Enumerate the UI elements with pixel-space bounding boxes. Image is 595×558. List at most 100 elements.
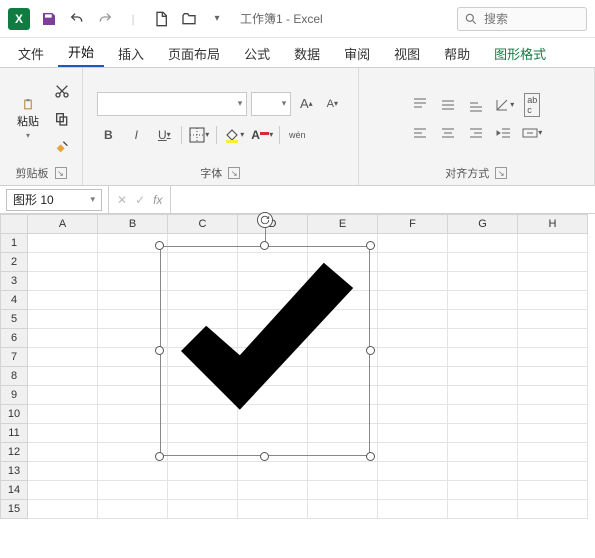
cell-G13[interactable] [448,462,518,481]
tab-page-layout[interactable]: 页面布局 [158,38,230,67]
cell-H13[interactable] [518,462,588,481]
row-header-3[interactable]: 3 [0,272,28,291]
cell-F10[interactable] [378,405,448,424]
row-header-1[interactable]: 1 [0,234,28,253]
column-header-G[interactable]: G [448,214,518,234]
cell-A9[interactable] [28,386,98,405]
confirm-formula-button[interactable]: ✓ [135,193,145,207]
cell-G14[interactable] [448,481,518,500]
cell-F12[interactable] [378,443,448,462]
cell-H2[interactable] [518,253,588,272]
column-header-C[interactable]: C [168,214,238,234]
tab-shape-format[interactable]: 图形格式 [484,38,556,67]
row-header-12[interactable]: 12 [0,443,28,462]
row-header-7[interactable]: 7 [0,348,28,367]
format-painter-button[interactable] [52,137,72,157]
cell-A13[interactable] [28,462,98,481]
cell-G6[interactable] [448,329,518,348]
open-file-button[interactable] [180,10,198,28]
select-all-corner[interactable] [0,214,28,234]
cell-A10[interactable] [28,405,98,424]
cell-G8[interactable] [448,367,518,386]
cell-F3[interactable] [378,272,448,291]
row-header-10[interactable]: 10 [0,405,28,424]
tab-formulas[interactable]: 公式 [234,38,280,67]
align-center-button[interactable] [437,122,459,144]
cell-F2[interactable] [378,253,448,272]
column-header-H[interactable]: H [518,214,588,234]
formula-input[interactable] [171,189,595,211]
tab-help[interactable]: 帮助 [434,38,480,67]
align-dialog-launcher[interactable]: ↘ [495,167,507,179]
italic-button[interactable]: I [125,124,147,146]
cell-F15[interactable] [378,500,448,519]
cell-H3[interactable] [518,272,588,291]
cell-G1[interactable] [448,234,518,253]
cell-H11[interactable] [518,424,588,443]
column-header-A[interactable]: A [28,214,98,234]
font-dialog-launcher[interactable]: ↘ [228,167,240,179]
align-right-button[interactable] [465,122,487,144]
cell-B3[interactable] [98,272,168,291]
cell-F9[interactable] [378,386,448,405]
tab-review[interactable]: 审阅 [334,38,380,67]
cell-C14[interactable] [168,481,238,500]
copy-button[interactable] [52,109,72,129]
row-header-13[interactable]: 13 [0,462,28,481]
cell-H9[interactable] [518,386,588,405]
cell-B15[interactable] [98,500,168,519]
cell-H1[interactable] [518,234,588,253]
cell-F8[interactable] [378,367,448,386]
cell-E13[interactable] [308,462,378,481]
font-size-combo[interactable]: ▾ [251,92,291,116]
column-header-D[interactable]: D [238,214,308,234]
cell-H12[interactable] [518,443,588,462]
cell-H5[interactable] [518,310,588,329]
new-file-button[interactable] [152,10,170,28]
cell-F4[interactable] [378,291,448,310]
cell-G12[interactable] [448,443,518,462]
cancel-formula-button[interactable]: ✕ [117,193,127,207]
cell-G11[interactable] [448,424,518,443]
cell-F14[interactable] [378,481,448,500]
clipboard-dialog-launcher[interactable]: ↘ [55,167,67,179]
cell-A2[interactable] [28,253,98,272]
shape-checkmark[interactable] [160,246,370,456]
cell-D13[interactable] [238,462,308,481]
tab-insert[interactable]: 插入 [108,38,154,67]
cell-F5[interactable] [378,310,448,329]
cell-A12[interactable] [28,443,98,462]
row-header-14[interactable]: 14 [0,481,28,500]
decrease-font-size-button[interactable]: A▾ [321,93,343,115]
cell-F11[interactable] [378,424,448,443]
cell-A15[interactable] [28,500,98,519]
cell-B4[interactable] [98,291,168,310]
cell-C13[interactable] [168,462,238,481]
cell-H6[interactable] [518,329,588,348]
fx-button[interactable]: fx [153,193,162,207]
row-header-11[interactable]: 11 [0,424,28,443]
fill-color-button[interactable]: ▾ [223,124,245,146]
cell-A6[interactable] [28,329,98,348]
font-color-button[interactable]: A▾ [251,124,273,146]
font-name-combo[interactable]: ▾ [97,92,247,116]
cell-E14[interactable] [308,481,378,500]
cell-B2[interactable] [98,253,168,272]
cell-A4[interactable] [28,291,98,310]
search-input[interactable]: 搜索 [457,7,587,31]
column-header-B[interactable]: B [98,214,168,234]
align-middle-button[interactable] [437,94,459,116]
row-header-15[interactable]: 15 [0,500,28,519]
phonetic-button[interactable]: wén [286,124,308,146]
cell-H14[interactable] [518,481,588,500]
cell-H15[interactable] [518,500,588,519]
paste-button[interactable]: 粘贴 ▾ [10,97,46,141]
row-header-2[interactable]: 2 [0,253,28,272]
cell-B13[interactable] [98,462,168,481]
orientation-button[interactable]: ▾ [493,94,515,116]
cell-A8[interactable] [28,367,98,386]
cell-B14[interactable] [98,481,168,500]
cell-B10[interactable] [98,405,168,424]
qat-customize[interactable]: ▾ [208,10,226,28]
cell-H7[interactable] [518,348,588,367]
